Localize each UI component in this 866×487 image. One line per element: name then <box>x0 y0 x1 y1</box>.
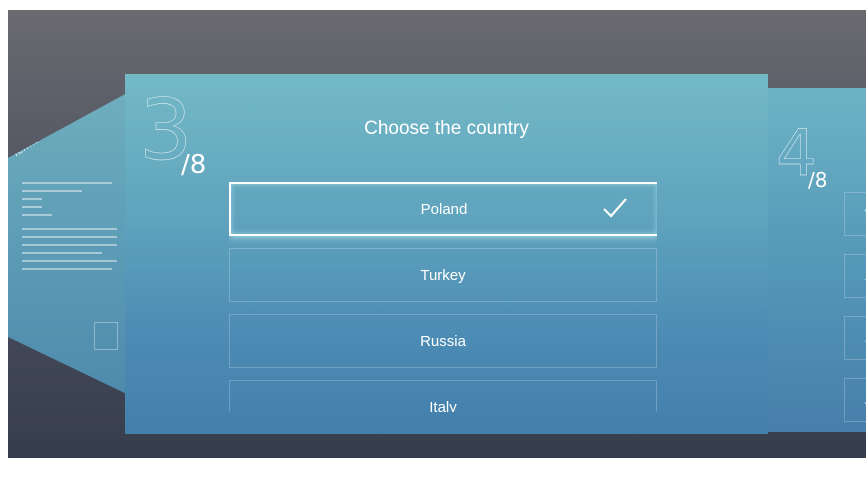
country-option-italy[interactable]: Italy <box>229 380 657 412</box>
next-option-1[interactable]: W <box>844 192 866 236</box>
country-option-label: Poland <box>420 200 468 218</box>
country-list[interactable]: Poland Turkey Russia Italy <box>229 182 657 412</box>
next-option-4[interactable]: A <box>844 378 866 422</box>
country-step-panel: 3 /8 Choose the country Poland Turkey Ru… <box>125 74 768 434</box>
country-option-label: Italy <box>429 398 457 413</box>
country-option-label: Turkey <box>420 266 466 284</box>
country-option-label: Russia <box>420 332 466 350</box>
next-option-3[interactable]: Z <box>844 316 866 360</box>
vr-screen: Terms of Conditions, Privacy Policy 3 /8… <box>8 10 866 458</box>
page-title: Choose the country <box>364 118 529 139</box>
privacy-policy-text <box>22 160 122 276</box>
next-option-2[interactable]: Z <box>844 254 866 298</box>
country-option-russia[interactable]: Russia <box>229 314 657 368</box>
next-step-total: /8 <box>808 168 828 192</box>
next-step-panel: 4 /8 W Z Z A <box>768 88 866 432</box>
step-total: /8 <box>181 150 207 180</box>
country-option-poland[interactable]: Poland <box>229 182 657 236</box>
privacy-policy-button[interactable] <box>94 322 118 350</box>
country-option-turkey[interactable]: Turkey <box>229 248 657 302</box>
checkmark-icon <box>603 198 627 218</box>
